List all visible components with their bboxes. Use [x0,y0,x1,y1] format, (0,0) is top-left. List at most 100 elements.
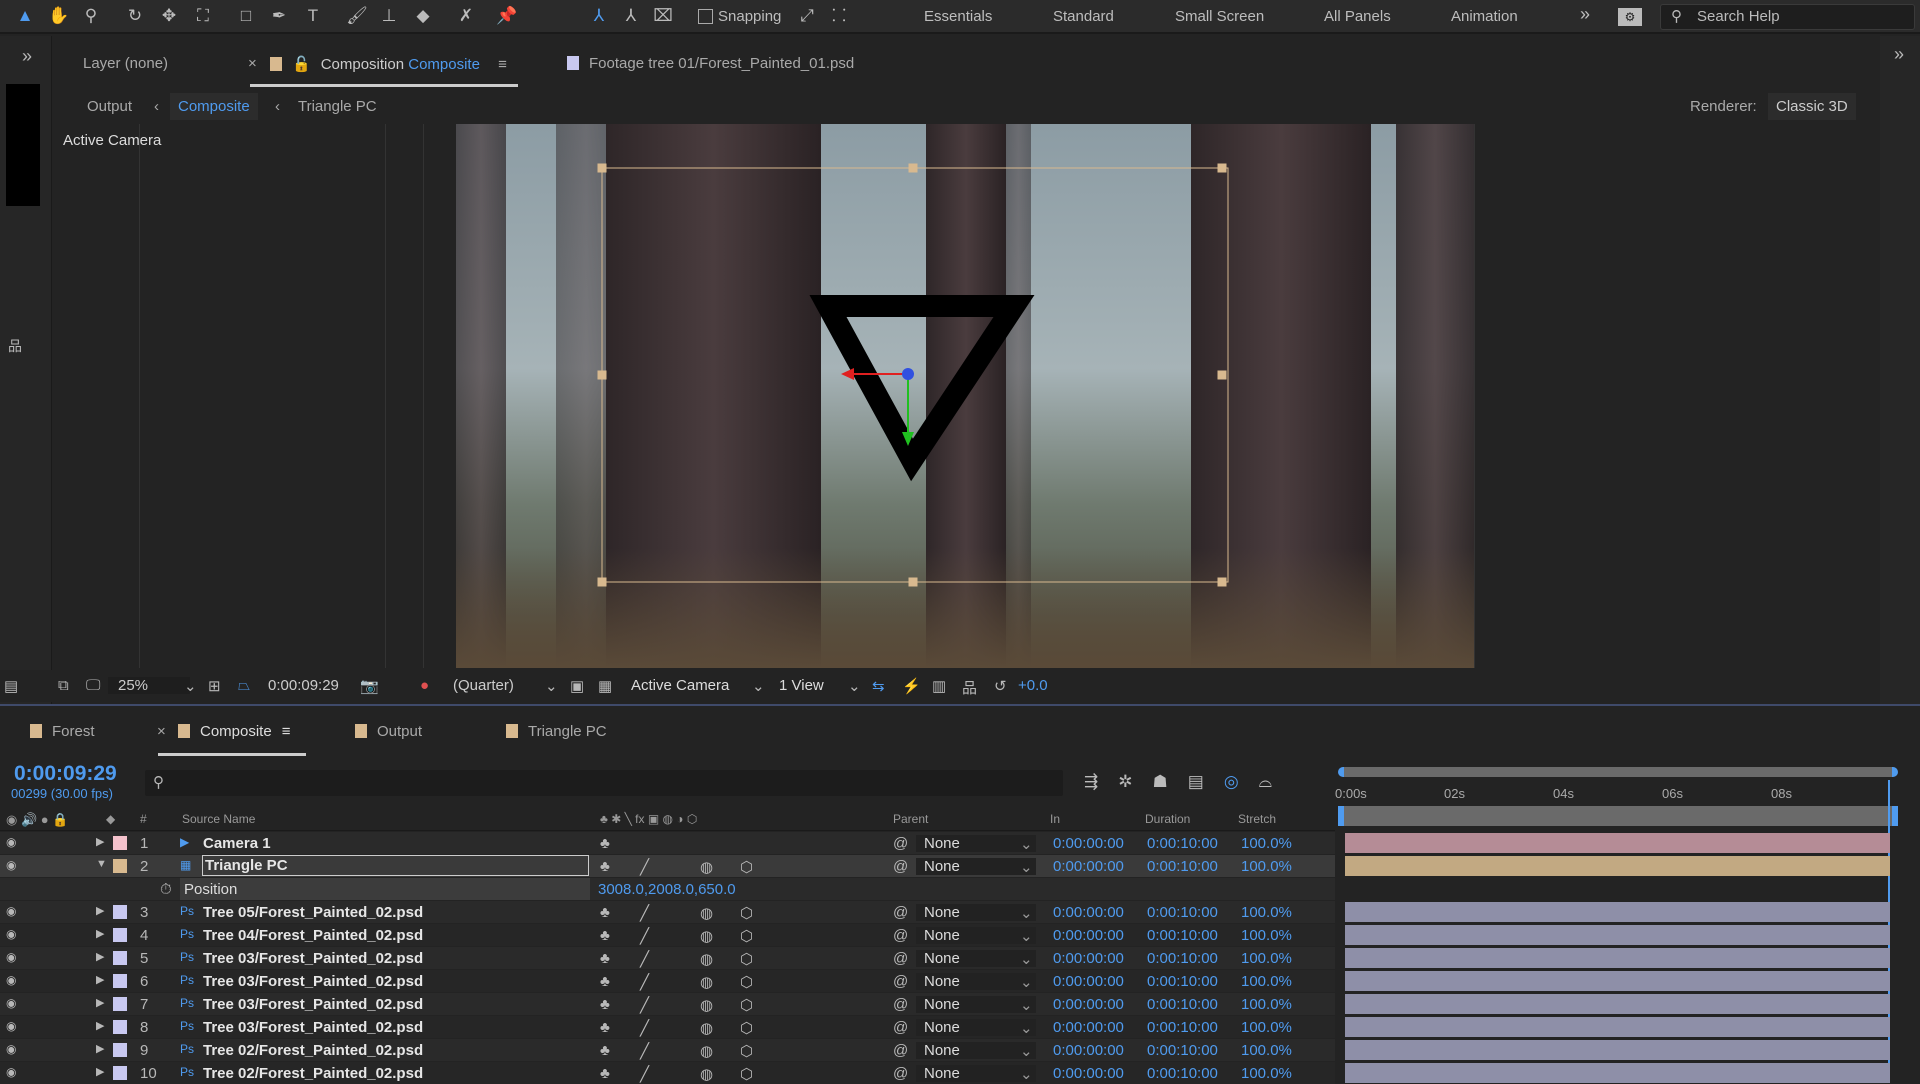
motion-blur-switch-icon[interactable]: ◍ [700,1065,713,1083]
layer-duration-bar[interactable] [1345,1017,1890,1037]
layer-name[interactable]: Tree 03/Forest_Painted_02.psd [203,996,423,1013]
workspace-animation[interactable]: Animation [1451,8,1518,25]
layer-duration-bar[interactable] [1345,902,1890,922]
snap-grid-icon[interactable]: ⸬ [828,5,850,27]
in-point[interactable]: 0:00:00:00 [1053,1042,1124,1059]
viewer-timecode[interactable]: 0:00:09:29 [268,677,339,694]
pick-whip-icon[interactable]: @ [893,1065,908,1082]
exposure-value[interactable]: +0.0 [1018,677,1048,694]
layer-duration-bar[interactable] [1345,971,1890,991]
source-name-header[interactable]: Source Name [182,812,255,826]
comp-flowchart-icon[interactable]: ⇶ [1084,772,1118,791]
frame-blending-icon[interactable]: ▤ [1188,772,1224,791]
in-point[interactable]: 0:00:00:00 [1053,996,1124,1013]
selection-tool-icon[interactable]: ▲ [14,5,36,27]
tab-close-icon[interactable]: × [248,55,257,72]
quality-switch-icon[interactable]: ╱ [640,1042,649,1060]
duration[interactable]: 0:00:10:00 [1147,973,1218,990]
parent-select[interactable]: None [916,1019,1036,1036]
tab-composite[interactable]: Composite ≡ [178,723,290,740]
label-color-swatch[interactable] [113,859,127,873]
zoom-select[interactable]: 25% [108,677,191,694]
roto-brush-icon[interactable]: ✗ [455,5,477,27]
3d-layer-switch-icon[interactable]: ⬡ [740,996,753,1014]
layer-name[interactable]: Tree 04/Forest_Painted_02.psd [203,927,423,944]
shy-switch-icon[interactable]: ♣ [600,950,610,967]
label-color-swatch[interactable] [113,951,127,965]
3d-layer-switch-icon[interactable]: ⬡ [740,973,753,991]
stretch[interactable]: 100.0% [1241,1042,1292,1059]
position-value[interactable]: 3008.0,2008.0,650.0 [598,881,736,898]
type-tool-icon[interactable]: T [302,5,324,27]
shy-switch-icon[interactable]: ♣ [600,1019,610,1036]
workspace-small-screen[interactable]: Small Screen [1175,8,1264,25]
tab-composition[interactable]: 🔓 Composition Composite ≡ [270,55,507,73]
triangle-layer-overlay[interactable] [456,124,1474,668]
layer-row[interactable]: ◉ ▶ 7 Ps Tree 03/Forest_Painted_02.psd ♣… [0,993,1335,1015]
pick-whip-icon[interactable]: @ [893,858,908,875]
3d-layer-switch-icon[interactable]: ⬡ [740,1065,753,1083]
parent-select[interactable]: None [916,835,1036,852]
pick-whip-icon[interactable]: @ [893,927,908,944]
layer-duration-bar[interactable] [1345,994,1890,1014]
motion-blur-switch-icon[interactable]: ◍ [700,973,713,991]
visibility-eye-icon[interactable]: ◉ [6,835,16,849]
resolution-select[interactable]: (Quarter) [453,677,514,694]
view-axis-icon[interactable]: ⌧ [652,5,674,27]
visibility-eye-icon[interactable]: ◉ [6,927,16,941]
twirl-down-icon[interactable]: ▼ [96,858,107,870]
twirl-right-icon[interactable]: ▶ [96,927,104,940]
duration[interactable]: 0:00:10:00 [1147,904,1218,921]
stretch[interactable]: 100.0% [1241,1065,1292,1082]
layer-row[interactable]: ◉ ▶ 1 ▶ Camera 1 ♣ @ None ⌄ 0:00:00:00 0… [0,832,1335,854]
in-point[interactable]: 0:00:00:00 [1053,835,1124,852]
breadcrumb-triangle-pc[interactable]: Triangle PC [298,98,377,115]
search-help-input[interactable]: ⚲ Search Help [1660,4,1915,30]
parent-select[interactable]: None [916,1065,1036,1082]
visibility-eye-icon[interactable]: ◉ [6,996,16,1010]
in-point[interactable]: 0:00:00:00 [1053,904,1124,921]
quality-switch-icon[interactable]: ╱ [640,1065,649,1083]
transform-handle[interactable] [597,163,607,173]
stretch[interactable]: 100.0% [1241,927,1292,944]
monitor-icon[interactable]: 🖵 [86,677,100,694]
always-preview-icon[interactable]: ⧉ [58,677,69,694]
work-area-range[interactable] [1338,806,1898,826]
local-axis-icon[interactable]: ⅄ [588,5,610,27]
label-color-swatch[interactable] [113,905,127,919]
shy-switch-icon[interactable]: ♣ [600,973,610,990]
fast-draft-icon[interactable]: ⚡ [902,677,921,695]
tab-forest[interactable]: Forest [30,723,95,740]
layer-duration-bar[interactable] [1345,833,1890,853]
layer-name[interactable]: Tree 03/Forest_Painted_02.psd [203,1019,423,1036]
parent-select[interactable]: None [916,973,1036,990]
transform-handle[interactable] [597,370,607,380]
visibility-eye-icon[interactable]: ◉ [6,858,16,872]
layer-name[interactable]: Tree 03/Forest_Painted_02.psd [203,950,423,967]
duration[interactable]: 0:00:10:00 [1147,858,1218,875]
label-color-swatch[interactable] [113,1043,127,1057]
breadcrumb-composite[interactable]: Composite [170,93,258,120]
zoom-tool-icon[interactable]: ⚲ [80,5,102,27]
twirl-right-icon[interactable]: ▶ [96,1042,104,1055]
panel-menu-icon[interactable]: ≡ [282,723,291,740]
twirl-right-icon[interactable]: ▶ [96,996,104,1009]
panel-menu-icon[interactable]: ≡ [498,56,507,73]
visibility-eye-icon[interactable]: ◉ [6,1019,16,1033]
layer-duration-bar[interactable] [1345,856,1890,876]
pick-whip-icon[interactable]: @ [893,1042,908,1059]
rectangle-tool-icon[interactable]: □ [235,5,257,27]
in-point[interactable]: 0:00:00:00 [1053,927,1124,944]
toggle-transparency-icon[interactable]: ▦ [598,677,612,695]
pick-whip-icon[interactable]: @ [893,1019,908,1036]
layer-duration-bar[interactable] [1345,1040,1890,1060]
layer-row[interactable]: ◉ ▶ 4 Ps Tree 04/Forest_Painted_02.psd ♣… [0,924,1335,946]
duration[interactable]: 0:00:10:00 [1147,950,1218,967]
transform-handle[interactable] [1217,163,1227,173]
motion-blur-icon[interactable]: ◎ [1224,772,1259,791]
label-color-swatch[interactable] [113,974,127,988]
view-layout-select[interactable]: 1 View [779,677,824,694]
duration[interactable]: 0:00:10:00 [1147,1042,1218,1059]
transform-handle[interactable] [908,163,918,173]
3d-layer-switch-icon[interactable]: ⬡ [740,927,753,945]
